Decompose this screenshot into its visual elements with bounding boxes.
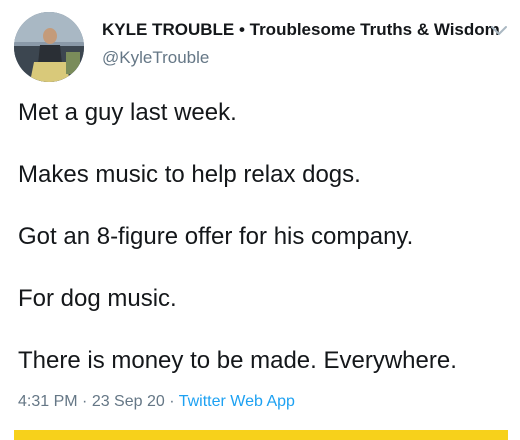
display-name[interactable]: KYLE TROUBLE • Troublesome Truths & Wisd…: [102, 20, 500, 40]
tweet-text: Met a guy last week. Makes music to help…: [18, 98, 508, 376]
tweet-paragraph: Met a guy last week.: [18, 99, 237, 126]
tweet-source-link[interactable]: Twitter Web App: [179, 393, 295, 410]
yellow-divider-bar: [14, 430, 508, 440]
user-handle[interactable]: @KyleTrouble: [102, 48, 482, 68]
author-names: KYLE TROUBLE • Troublesome Truths & Wisd…: [102, 20, 500, 68]
avatar[interactable]: [14, 12, 84, 82]
tweet-time[interactable]: 4:31 PM: [18, 393, 78, 410]
tweet-paragraph: Got an 8-figure offer for his company.: [18, 223, 414, 250]
tweet-meta: 4:31 PM · 23 Sep 20 · Twitter Web App: [18, 392, 295, 412]
tweet-date[interactable]: 23 Sep 20: [92, 393, 165, 410]
meta-separator: ·: [164, 393, 179, 410]
meta-separator: ·: [77, 393, 92, 410]
tweet-card: KYLE TROUBLE • Troublesome Truths & Wisd…: [0, 0, 520, 440]
tweet-paragraph: There is money to be made. Everywhere.: [18, 347, 457, 374]
tweet-paragraph: For dog music.: [18, 285, 177, 312]
chevron-down-icon[interactable]: [490, 24, 508, 38]
tweet-header: KYLE TROUBLE • Troublesome Truths & Wisd…: [14, 12, 508, 82]
tweet-paragraph: Makes music to help relax dogs.: [18, 161, 361, 188]
avatar-image: [14, 12, 84, 82]
